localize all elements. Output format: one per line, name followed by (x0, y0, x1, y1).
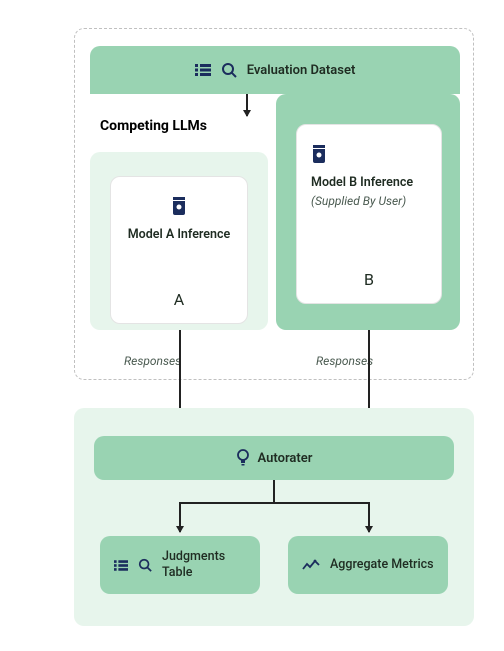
arrow-dataset-to-models (246, 94, 248, 116)
autorater-bar: Autorater (94, 436, 454, 480)
responses-label-b: Responses (316, 354, 373, 368)
lightbulb-icon (236, 449, 250, 467)
database-icon (311, 143, 327, 167)
dataset-label: Evaluation Dataset (247, 63, 356, 78)
list-icon (195, 64, 211, 76)
judgments-label: Judgments Table (162, 549, 246, 580)
model-a-title: Model A Inference (125, 227, 233, 244)
responses-label-a: Responses (124, 354, 181, 368)
model-a-card: Model A Inference A (110, 176, 248, 324)
aggregate-label: Aggregate Metrics (330, 557, 434, 573)
model-b-letter: B (364, 270, 374, 289)
aggregate-metrics-card: Aggregate Metrics (288, 536, 448, 594)
model-b-subtitle: (Supplied By User) (311, 194, 427, 208)
magnify-icon (221, 62, 237, 78)
magnify-icon (138, 558, 152, 572)
list-icon (114, 560, 128, 571)
trend-icon (302, 559, 320, 571)
model-b-card: Model B Inference (Supplied By User) B (296, 124, 442, 304)
arrow-to-judgments (179, 502, 181, 532)
judgments-table-card: Judgments Table (100, 536, 260, 594)
arrow-autorater-split (179, 502, 369, 504)
database-icon (171, 195, 187, 219)
competing-llms-label: Competing LLMs (100, 118, 207, 134)
model-a-letter: A (174, 290, 184, 309)
model-b-title: Model B Inference (311, 175, 427, 192)
arrow-to-aggregate (368, 502, 370, 532)
autorater-label: Autorater (258, 451, 313, 466)
arrow-autorater-stem (273, 480, 275, 502)
